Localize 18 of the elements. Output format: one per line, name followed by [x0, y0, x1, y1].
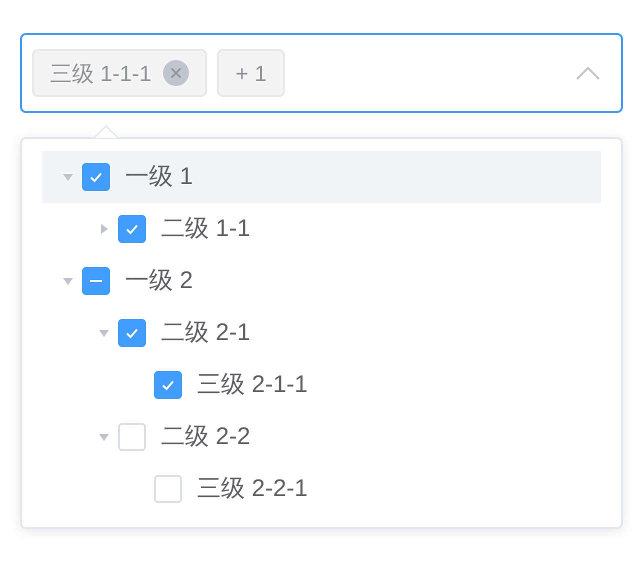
- node-label: 一级 2: [125, 266, 194, 296]
- node-label: 三级 2-2-1: [197, 474, 308, 504]
- node-label: 二级 2-1: [161, 318, 250, 348]
- tag: + 1: [217, 49, 285, 97]
- node-label: 一级 1: [125, 162, 194, 192]
- checkbox[interactable]: [118, 215, 146, 243]
- checkbox[interactable]: [82, 267, 110, 295]
- minus-icon: [90, 280, 102, 282]
- node-label: 二级 1-1: [161, 214, 250, 244]
- checkbox[interactable]: [118, 319, 146, 347]
- node-label: 三级 2-1-1: [197, 370, 308, 400]
- node-label: 二级 2-2: [161, 422, 250, 452]
- close-icon[interactable]: [163, 60, 190, 86]
- tag: 三级 1-1-1: [32, 49, 208, 97]
- tree-node[interactable]: 一级 1: [42, 151, 601, 203]
- checkbox[interactable]: [154, 371, 182, 399]
- checkbox[interactable]: [82, 163, 110, 191]
- chevron-icon[interactable]: [575, 65, 601, 81]
